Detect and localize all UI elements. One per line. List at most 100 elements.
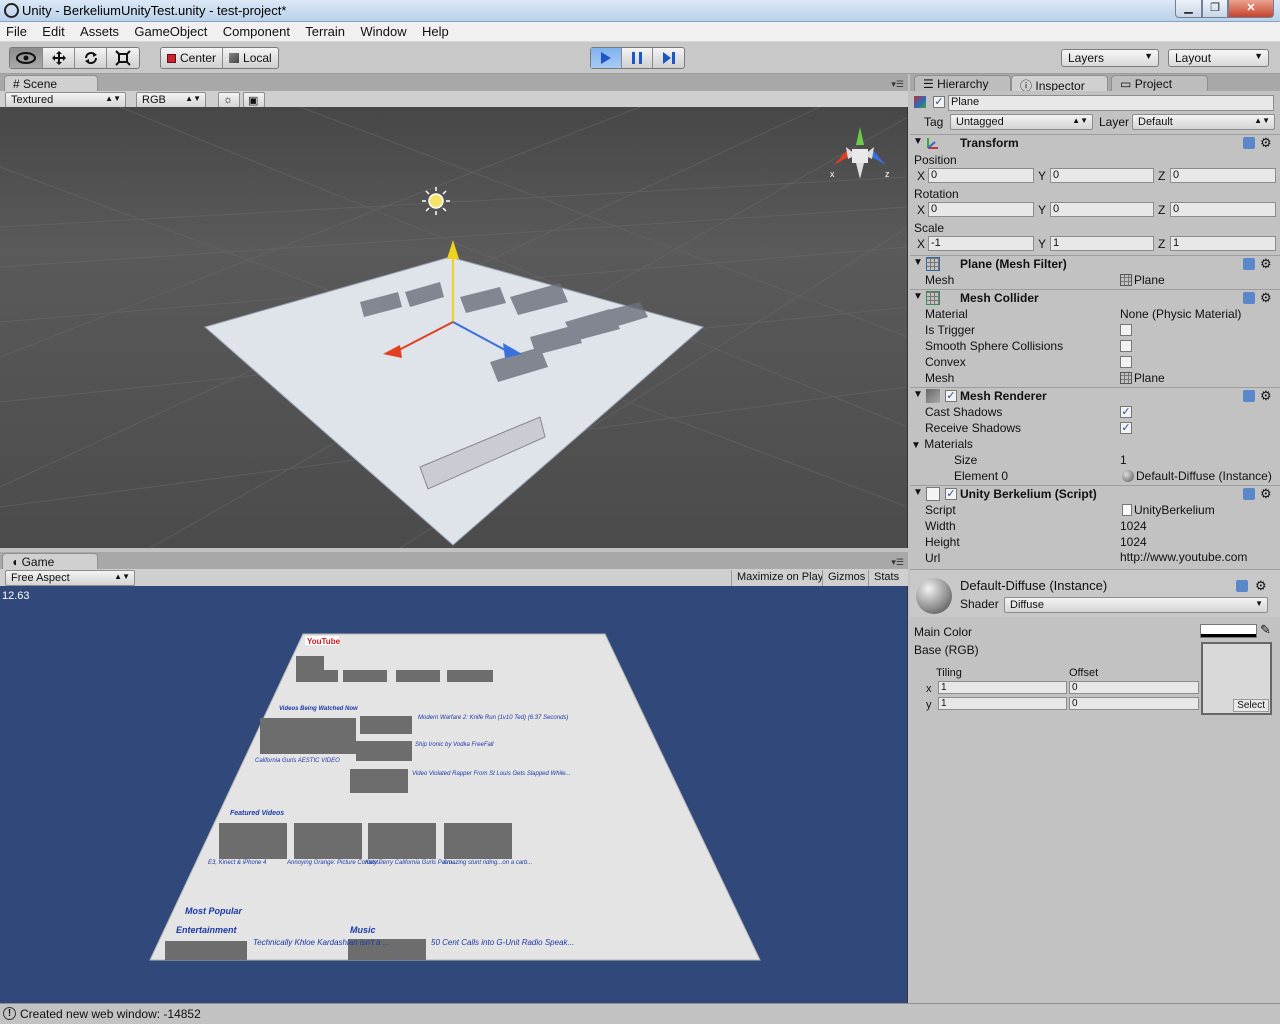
menu-window[interactable]: Window xyxy=(354,22,412,42)
is-trigger-checkbox[interactable] xyxy=(1120,324,1132,336)
gear-icon[interactable]: ⚙ xyxy=(1260,486,1272,502)
mesh-filter-mesh-field[interactable]: Plane xyxy=(1120,273,1165,287)
gear-icon[interactable]: ⚙ xyxy=(1255,578,1267,594)
render-mode-dropdown[interactable]: Textured ▲▼ xyxy=(5,92,126,108)
height-field[interactable]: 1024 xyxy=(1120,535,1147,549)
play-button[interactable] xyxy=(591,48,622,68)
maximize-button[interactable]: ❐ xyxy=(1202,0,1228,18)
close-button[interactable]: ✕ xyxy=(1228,0,1274,18)
receive-shadows-checkbox[interactable]: ✓ xyxy=(1120,422,1132,434)
help-book-icon[interactable] xyxy=(1236,580,1248,592)
rotation-y-field[interactable]: 0 xyxy=(1050,202,1154,217)
collider-material-field[interactable]: None (Physic Material) xyxy=(1120,307,1241,321)
scene-orientation-gizmo[interactable]: x z xyxy=(830,127,890,179)
help-book-icon[interactable] xyxy=(1243,390,1255,402)
scene-fx-toggle[interactable]: ▣ xyxy=(243,92,265,108)
view-tool-button[interactable] xyxy=(10,48,43,68)
status-message[interactable]: Created new web window: -14852 xyxy=(20,1007,201,1021)
menu-gameobject[interactable]: GameObject xyxy=(128,22,213,42)
rotate-tool-button[interactable] xyxy=(75,48,107,68)
layout-dropdown[interactable]: Layout ▼ xyxy=(1168,49,1269,67)
pivot-mode-button[interactable]: Center xyxy=(161,48,224,68)
scene-lighting-toggle[interactable]: ☼ xyxy=(218,92,240,108)
script-field[interactable]: UnityBerkelium xyxy=(1122,503,1215,517)
object-active-checkbox[interactable]: ✓ xyxy=(933,96,945,108)
transform-header[interactable]: ▼ Transform ⚙ xyxy=(910,134,1280,151)
scale-x-field[interactable]: -1 xyxy=(928,236,1034,251)
url-field[interactable]: http://www.youtube.com xyxy=(1120,550,1247,564)
mesh-collider-header[interactable]: ▼ Mesh Collider ⚙ xyxy=(910,289,1280,306)
step-button[interactable] xyxy=(653,48,684,68)
texture-select-button[interactable]: Select xyxy=(1233,699,1269,712)
mesh-filter-header[interactable]: ▼ Plane (Mesh Filter) ⚙ xyxy=(910,255,1280,272)
gear-icon[interactable]: ⚙ xyxy=(1260,256,1272,272)
script-enabled-checkbox[interactable]: ✓ xyxy=(945,488,957,500)
element0-field[interactable]: Default-Diffuse (Instance) xyxy=(1122,469,1272,483)
materials-size-field[interactable]: 1 xyxy=(1120,453,1127,467)
menu-assets[interactable]: Assets xyxy=(74,22,125,42)
help-book-icon[interactable] xyxy=(1243,258,1255,270)
eyedropper-icon[interactable]: ✎ xyxy=(1260,622,1271,638)
panel-menu-icon[interactable]: ▾☰ xyxy=(891,557,904,568)
tab-inspector[interactable]: ⓘ Inspector xyxy=(1011,75,1108,93)
foldout-icon[interactable]: ▼ xyxy=(913,389,923,400)
width-field[interactable]: 1024 xyxy=(1120,519,1147,533)
shader-dropdown[interactable]: Diffuse ▼ xyxy=(1004,597,1268,613)
layers-dropdown[interactable]: Layers ▼ xyxy=(1061,49,1159,67)
gear-icon[interactable]: ⚙ xyxy=(1260,388,1272,404)
convex-checkbox[interactable] xyxy=(1120,356,1132,368)
offset-y-field[interactable]: 0 xyxy=(1069,697,1199,710)
menu-edit[interactable]: Edit xyxy=(36,22,70,42)
aspect-dropdown[interactable]: Free Aspect ▲▼ xyxy=(5,570,135,586)
position-z-field[interactable]: 0 xyxy=(1170,168,1276,183)
help-book-icon[interactable] xyxy=(1243,488,1255,500)
tag-dropdown[interactable]: Untagged ▲▼ xyxy=(950,114,1093,130)
object-name-field[interactable]: Plane xyxy=(948,95,1274,111)
rotation-z-field[interactable]: 0 xyxy=(1170,202,1276,217)
game-viewport[interactable]: 12.63 YouTube Videos Being Watched Now F… xyxy=(0,586,908,1003)
scale-y-field[interactable]: 1 xyxy=(1050,236,1154,251)
position-x-field[interactable]: 0 xyxy=(928,168,1034,183)
texture-slot[interactable]: Select xyxy=(1201,642,1272,715)
smooth-sphere-checkbox[interactable] xyxy=(1120,340,1132,352)
collider-mesh-field[interactable]: Plane xyxy=(1120,371,1165,385)
offset-x-field[interactable]: 0 xyxy=(1069,681,1199,694)
scale-tool-button[interactable] xyxy=(107,48,139,68)
foldout-icon[interactable]: ▼ xyxy=(913,136,923,147)
position-y-field[interactable]: 0 xyxy=(1050,168,1154,183)
mesh-renderer-header[interactable]: ▼ ✓ Mesh Renderer ⚙ xyxy=(910,387,1280,404)
pause-button[interactable] xyxy=(622,48,653,68)
move-tool-button[interactable] xyxy=(43,48,75,68)
script-header[interactable]: ▼ ✓ Unity Berkelium (Script) ⚙ xyxy=(910,485,1280,502)
tab-hierarchy[interactable]: ☰ Hierarchy xyxy=(914,75,1011,92)
menu-component[interactable]: Component xyxy=(217,22,296,42)
stats-toggle[interactable]: Stats xyxy=(868,570,904,586)
color-mode-dropdown[interactable]: RGB ▲▼ xyxy=(136,92,206,108)
tiling-x-field[interactable]: 1 xyxy=(938,681,1067,694)
rotation-x-field[interactable]: 0 xyxy=(928,202,1034,217)
tiling-y-field[interactable]: 1 xyxy=(938,697,1067,710)
foldout-icon[interactable]: ▼ xyxy=(913,257,923,268)
pivot-rotation-button[interactable]: Local xyxy=(223,48,278,68)
foldout-icon[interactable]: ▼ xyxy=(913,487,923,498)
gizmos-toggle[interactable]: Gizmos xyxy=(822,570,870,586)
minimize-button[interactable]: ▁ xyxy=(1175,0,1202,18)
menu-terrain[interactable]: Terrain xyxy=(299,22,351,42)
panel-menu-icon[interactable]: ▾☰ xyxy=(891,79,904,90)
mesh-renderer-enabled-checkbox[interactable]: ✓ xyxy=(945,390,957,402)
foldout-icon[interactable]: ▼ xyxy=(913,291,923,302)
y-axis-handle[interactable] xyxy=(447,240,459,259)
menu-file[interactable]: File xyxy=(0,22,33,42)
menu-help[interactable]: Help xyxy=(416,22,455,42)
tab-game[interactable]: ◖ Game xyxy=(2,553,98,570)
maximize-on-play-toggle[interactable]: Maximize on Play xyxy=(731,570,828,586)
gear-icon[interactable]: ⚙ xyxy=(1260,290,1272,306)
help-book-icon[interactable] xyxy=(1243,292,1255,304)
tab-scene[interactable]: # Scene xyxy=(4,75,98,92)
scene-viewport[interactable]: x z xyxy=(0,107,908,548)
main-color-swatch[interactable] xyxy=(1200,624,1257,638)
scale-z-field[interactable]: 1 xyxy=(1170,236,1276,251)
cast-shadows-checkbox[interactable]: ✓ xyxy=(1120,406,1132,418)
layer-dropdown[interactable]: Default ▲▼ xyxy=(1132,114,1275,130)
directional-light-icon[interactable] xyxy=(422,187,450,215)
